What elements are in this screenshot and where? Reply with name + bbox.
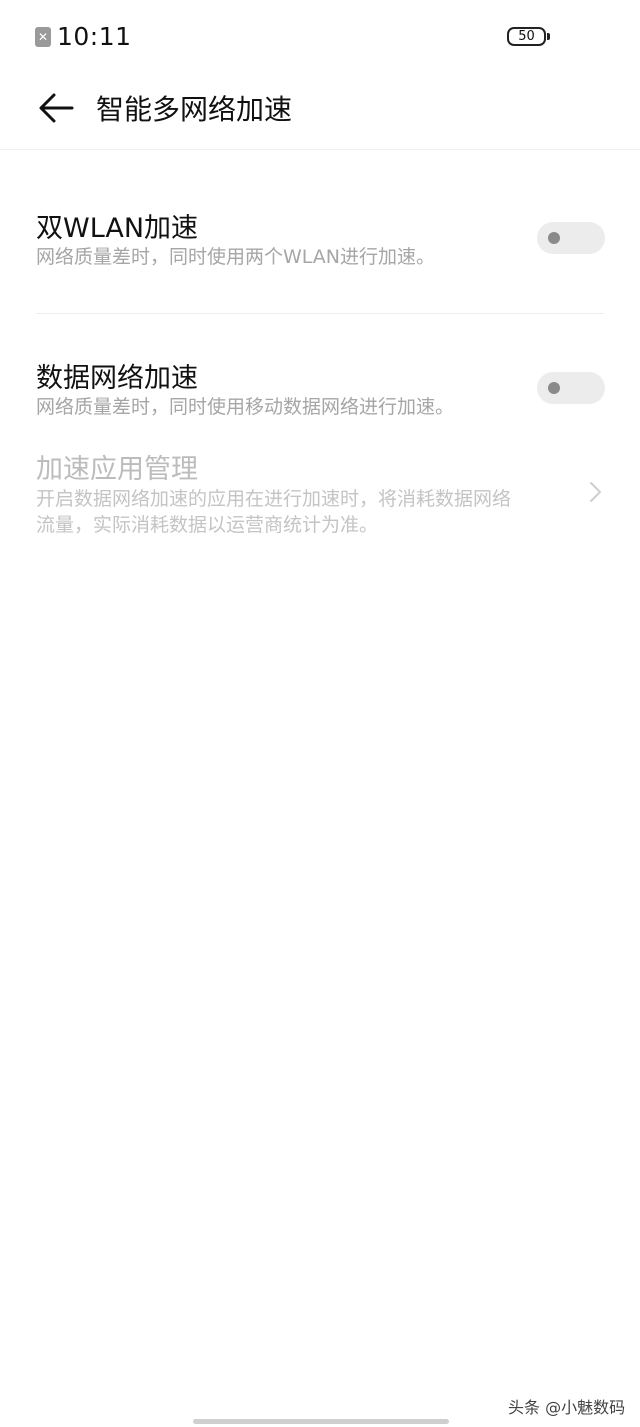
chevron-right-icon bbox=[586, 480, 606, 504]
setting-row-mobile-data[interactable]: 数据网络加速 网络质量差时，同时使用移动数据网络进行加速。 bbox=[0, 340, 640, 440]
mobile-data-toggle[interactable] bbox=[537, 372, 605, 404]
setting-description-app-management: 开启数据网络加速的应用在进行加速时，将消耗数据网络 bbox=[36, 488, 512, 510]
sim-off-icon: ✕ bbox=[35, 27, 51, 47]
toggle-knob bbox=[548, 382, 560, 394]
setting-description-app-management-2: 流量，实际消耗数据以运营商统计为准。 bbox=[36, 514, 379, 536]
section-divider bbox=[36, 313, 604, 314]
setting-description-mobile-data: 网络质量差时，同时使用移动数据网络进行加速。 bbox=[36, 396, 455, 418]
back-arrow-icon bbox=[39, 93, 74, 123]
status-time: 10:11 bbox=[57, 22, 132, 51]
setting-description-dual-wlan: 网络质量差时，同时使用两个WLAN进行加速。 bbox=[36, 246, 436, 268]
back-button[interactable] bbox=[34, 88, 78, 128]
app-header: 智能多网络加速 bbox=[0, 74, 640, 150]
settings-screen: ✕ 10:11 50 智能多网络加速 双WLAN加速 网络质量差时，同时使用两个… bbox=[0, 0, 640, 1427]
setting-title-dual-wlan: 双WLAN加速 bbox=[36, 213, 199, 244]
watermark: 头条 @小魅数码 bbox=[508, 1398, 626, 1417]
status-bar: ✕ 10:11 50 bbox=[0, 0, 640, 74]
setting-title-mobile-data: 数据网络加速 bbox=[36, 363, 198, 394]
battery-tip bbox=[547, 33, 550, 40]
dual-wlan-toggle[interactable] bbox=[537, 222, 605, 254]
setting-title-app-management: 加速应用管理 bbox=[36, 454, 198, 485]
setting-row-dual-wlan[interactable]: 双WLAN加速 网络质量差时，同时使用两个WLAN进行加速。 bbox=[0, 190, 640, 300]
setting-row-app-management[interactable]: 加速应用管理 开启数据网络加速的应用在进行加速时，将消耗数据网络 流量，实际消耗… bbox=[0, 430, 640, 550]
page-title: 智能多网络加速 bbox=[96, 93, 293, 126]
battery-icon: 50 bbox=[507, 27, 546, 46]
toggle-knob bbox=[548, 232, 560, 244]
home-indicator[interactable] bbox=[193, 1419, 449, 1424]
